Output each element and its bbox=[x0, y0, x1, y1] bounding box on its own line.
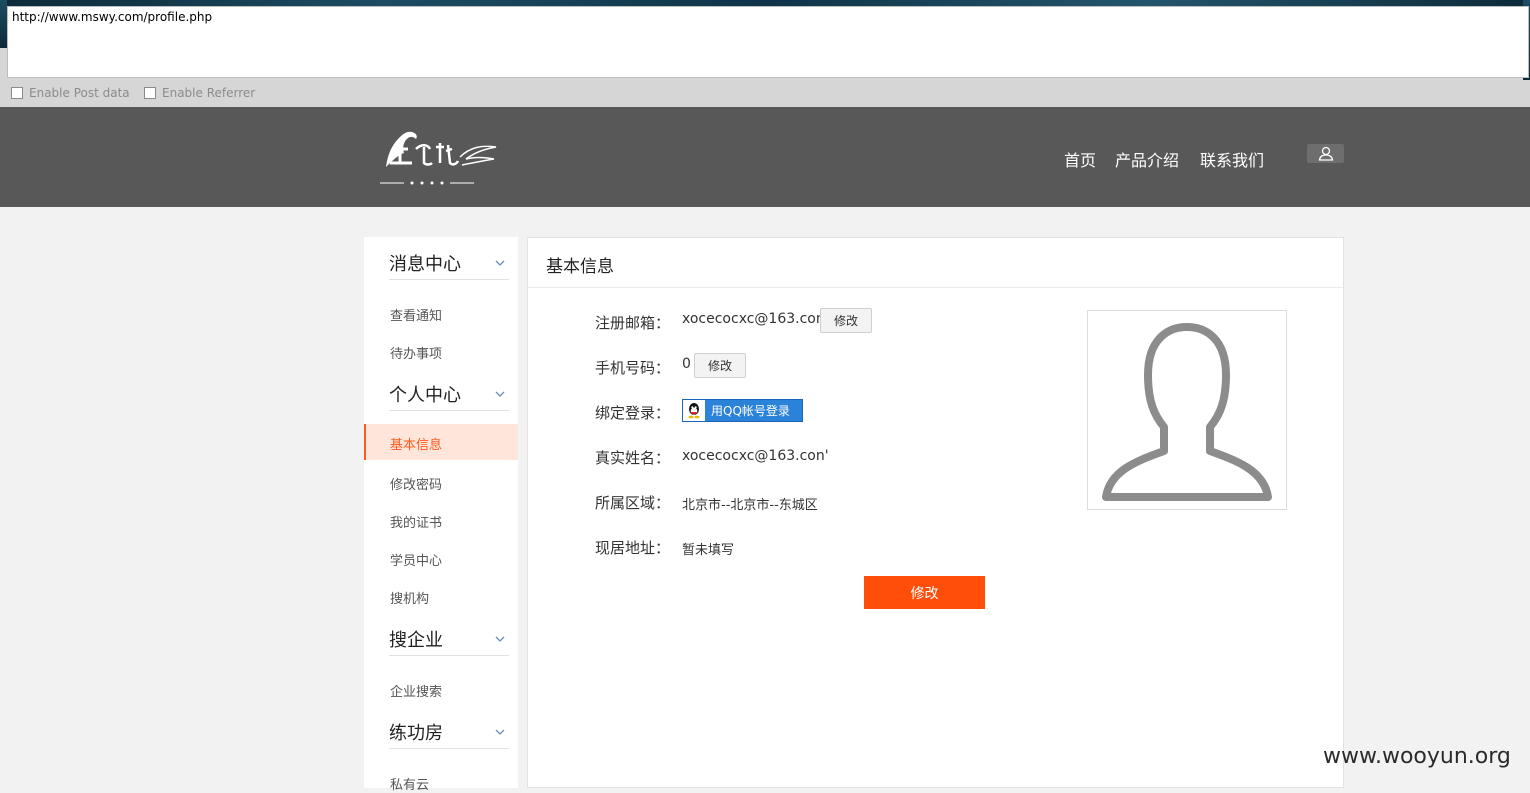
chevron-down-icon bbox=[495, 636, 505, 642]
hackbar: http://www.mswy.com/profile.php Enable P… bbox=[0, 0, 1530, 107]
post-checkbox[interactable] bbox=[11, 87, 23, 99]
sidebar-item-company-search[interactable]: 企业搜索 bbox=[390, 681, 442, 700]
background-strip-left bbox=[0, 0, 7, 48]
post-label: Enable Post data bbox=[29, 86, 130, 100]
address-label: 现居地址： bbox=[595, 539, 671, 557]
qq-icon bbox=[683, 400, 705, 421]
section-personal-center[interactable]: 个人中心 bbox=[389, 381, 509, 411]
url-input[interactable]: http://www.mswy.com/profile.php bbox=[7, 6, 1529, 78]
section-search-company[interactable]: 搜企业 bbox=[389, 626, 509, 656]
referrer-checkbox[interactable] bbox=[144, 87, 156, 99]
sidebar-item-basic-info[interactable]: 基本信息 bbox=[364, 424, 518, 460]
sidebar-item-student-center[interactable]: 学员中心 bbox=[390, 550, 442, 569]
user-icon bbox=[1318, 146, 1333, 161]
divider bbox=[528, 287, 1343, 288]
bind-login-label: 绑定登录： bbox=[595, 404, 671, 422]
watermark: www.wooyun.org bbox=[1323, 744, 1511, 769]
page-title: 基本信息 bbox=[546, 257, 614, 277]
sidebar-item-certificates[interactable]: 我的证书 bbox=[390, 512, 442, 531]
site-header: 首页 产品介绍 联系我们 bbox=[0, 107, 1530, 207]
phone-label: 手机号码： bbox=[595, 359, 671, 377]
email-value: xocecocxc@163.con bbox=[682, 311, 825, 327]
email-label: 注册邮箱： bbox=[595, 314, 671, 332]
section-title: 练功房 bbox=[389, 723, 443, 744]
user-button[interactable] bbox=[1307, 144, 1344, 163]
chevron-down-icon bbox=[495, 391, 505, 397]
section-message-center[interactable]: 消息中心 bbox=[389, 250, 509, 280]
default-avatar-icon bbox=[1102, 323, 1272, 501]
address-value: 暂未填写 bbox=[682, 543, 735, 558]
referrer-label: Enable Referrer bbox=[162, 86, 256, 100]
chevron-down-icon bbox=[495, 729, 505, 735]
nav-products[interactable]: 产品介绍 bbox=[1115, 147, 1179, 171]
site-logo[interactable] bbox=[378, 123, 498, 193]
edit-phone-button[interactable]: 修改 bbox=[694, 353, 746, 378]
profile-panel: 基本信息 注册邮箱： xocecocxc@163.con 修改 手机号码： 0 … bbox=[527, 237, 1344, 788]
section-title: 搜企业 bbox=[389, 630, 443, 651]
sidebar-item-label: 基本信息 bbox=[390, 438, 443, 453]
sidebar-item-notifications[interactable]: 查看通知 bbox=[390, 305, 442, 324]
section-title: 个人中心 bbox=[389, 385, 461, 406]
section-title: 消息中心 bbox=[389, 254, 461, 275]
chevron-down-icon bbox=[495, 260, 505, 266]
qq-login-button[interactable]: 用QQ帐号登录 bbox=[682, 399, 803, 422]
sidebar: 消息中心 查看通知 待办事项 个人中心 基本信息 修改密码 我的证书 学员中心 … bbox=[364, 237, 518, 793]
region-value: 北京市--北京市--东城区 bbox=[682, 498, 818, 513]
edit-email-button[interactable]: 修改 bbox=[820, 308, 872, 333]
save-button[interactable]: 修改 bbox=[864, 576, 985, 609]
enable-post-option[interactable]: Enable Post data bbox=[11, 86, 130, 100]
nav-contact[interactable]: 联系我们 bbox=[1200, 147, 1264, 171]
sidebar-item-change-password[interactable]: 修改密码 bbox=[390, 474, 442, 493]
region-label: 所属区域： bbox=[595, 494, 671, 512]
avatar[interactable] bbox=[1087, 310, 1287, 510]
enable-referrer-option[interactable]: Enable Referrer bbox=[144, 86, 255, 100]
nav-home[interactable]: 首页 bbox=[1064, 147, 1096, 171]
phone-value: 0 bbox=[682, 356, 691, 372]
sidebar-item-private-cloud[interactable]: 私有云 bbox=[390, 774, 429, 793]
section-practice-room[interactable]: 练功房 bbox=[389, 719, 509, 749]
real-name-label: 真实姓名： bbox=[595, 449, 671, 467]
qq-login-label: 用QQ帐号登录 bbox=[711, 404, 790, 418]
real-name-value: xocecocxc@163.con' bbox=[682, 448, 829, 464]
sidebar-item-search-org[interactable]: 搜机构 bbox=[390, 588, 429, 607]
sidebar-item-todo[interactable]: 待办事项 bbox=[390, 343, 442, 362]
